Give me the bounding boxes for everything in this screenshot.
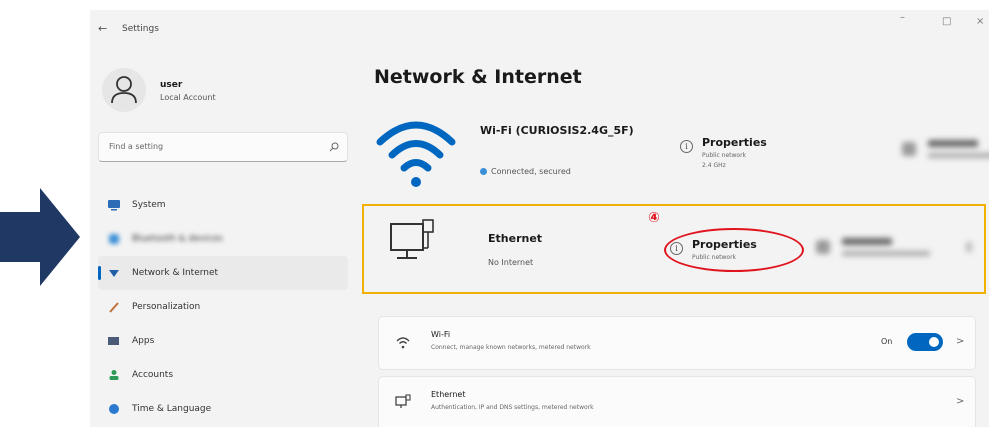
row-title: Ethernet <box>431 390 466 399</box>
close-button[interactable]: × <box>976 16 984 27</box>
step-marker: ④ <box>648 210 660 226</box>
user-account-type: Local Account <box>160 93 216 102</box>
wifi-data-usage-card[interactable] <box>902 134 989 174</box>
toggle-state-label: On <box>881 337 893 346</box>
apps-icon <box>108 337 119 345</box>
sidebar-item-apps[interactable]: Apps <box>98 324 348 358</box>
ethernet-data-usage-card[interactable] <box>816 232 976 272</box>
chevron-right-icon: > <box>956 336 965 347</box>
ethernet-hero: Ethernet No Internet ④ i Properties Publ… <box>362 204 986 294</box>
monitor-icon <box>108 200 120 211</box>
network-icon <box>109 270 119 277</box>
sidebar-item-personalization[interactable]: Personalization <box>98 290 348 324</box>
chevron-right-icon: > <box>956 396 965 407</box>
sidebar-item-accounts[interactable]: Accounts <box>98 358 348 392</box>
sidebar-item-system[interactable]: System <box>98 188 348 222</box>
toggle-knob <box>929 337 939 347</box>
wifi-properties-button[interactable]: i Properties Public network 2.4 GHz <box>680 136 830 176</box>
search-icon <box>329 142 339 152</box>
wifi-network-name: Wi-Fi (CURIOSIS2.4G_5F) <box>480 124 634 137</box>
pointer-arrow-icon <box>0 188 80 286</box>
title-bar: ← Settings – □ × <box>90 10 989 50</box>
settings-window: ← Settings – □ × user Local Account Find… <box>90 10 989 427</box>
bluetooth-icon <box>109 234 119 244</box>
wifi-icon <box>396 337 410 349</box>
back-button[interactable]: ← <box>98 22 107 35</box>
person-icon <box>109 370 119 380</box>
row-subtitle: Authentication, IP and DNS settings, met… <box>431 404 594 411</box>
search-placeholder: Find a setting <box>109 142 164 151</box>
sidebar-item-label: Personalization <box>132 302 201 312</box>
ethernet-settings-row[interactable]: Ethernet Authentication, IP and DNS sett… <box>378 376 976 427</box>
properties-network-type: Public network <box>702 152 747 159</box>
person-icon <box>111 76 137 104</box>
wifi-status-text: Connected, secured <box>491 167 571 176</box>
data-usage-icon <box>816 240 830 254</box>
sidebar-item-label: Network & Internet <box>132 268 219 278</box>
minimize-button[interactable]: – <box>900 12 905 23</box>
active-indicator <box>98 266 101 280</box>
properties-label: Properties <box>702 136 767 149</box>
globe-icon <box>109 404 119 414</box>
connected-icon <box>480 168 487 175</box>
chevron-right-icon <box>966 242 972 252</box>
wifi-toggle[interactable] <box>907 333 943 351</box>
wifi-icon <box>376 121 456 187</box>
properties-band: 2.4 GHz <box>702 162 726 169</box>
wifi-hero: Wi-Fi (CURIOSIS2.4G_5F) Connected, secur… <box>374 114 989 194</box>
wifi-status: Connected, secured <box>480 167 571 176</box>
row-title: Wi-Fi <box>431 330 451 339</box>
annotation-ring <box>664 228 804 272</box>
sidebar-item-label: System <box>132 200 166 210</box>
app-title: Settings <box>122 24 159 34</box>
search-input[interactable]: Find a setting <box>98 132 348 162</box>
ethernet-status: No Internet <box>488 258 534 267</box>
ethernet-icon <box>395 394 411 408</box>
ethernet-icon <box>390 219 434 259</box>
sidebar-item-label: Bluetooth & devices <box>132 234 223 244</box>
sidebar-item-label: Accounts <box>132 370 174 380</box>
maximize-button[interactable]: □ <box>942 16 951 27</box>
wifi-settings-row[interactable]: Wi-Fi Connect, manage known networks, me… <box>378 316 976 370</box>
data-usage-icon <box>902 142 916 156</box>
avatar <box>102 68 146 112</box>
info-icon: i <box>680 140 693 153</box>
sidebar-item-bluetooth[interactable]: Bluetooth & devices <box>98 222 348 256</box>
page-title: Network & Internet <box>374 66 582 88</box>
sidebar-item-label: Time & Language <box>132 404 212 414</box>
user-name: user <box>160 80 183 90</box>
ethernet-name: Ethernet <box>488 232 543 245</box>
brush-icon <box>109 302 119 313</box>
row-subtitle: Connect, manage known networks, metered … <box>431 344 591 351</box>
sidebar-item-time-language[interactable]: Time & Language <box>98 392 348 426</box>
sidebar-item-label: Apps <box>132 336 155 346</box>
sidebar-item-network[interactable]: Network & Internet <box>98 256 348 290</box>
